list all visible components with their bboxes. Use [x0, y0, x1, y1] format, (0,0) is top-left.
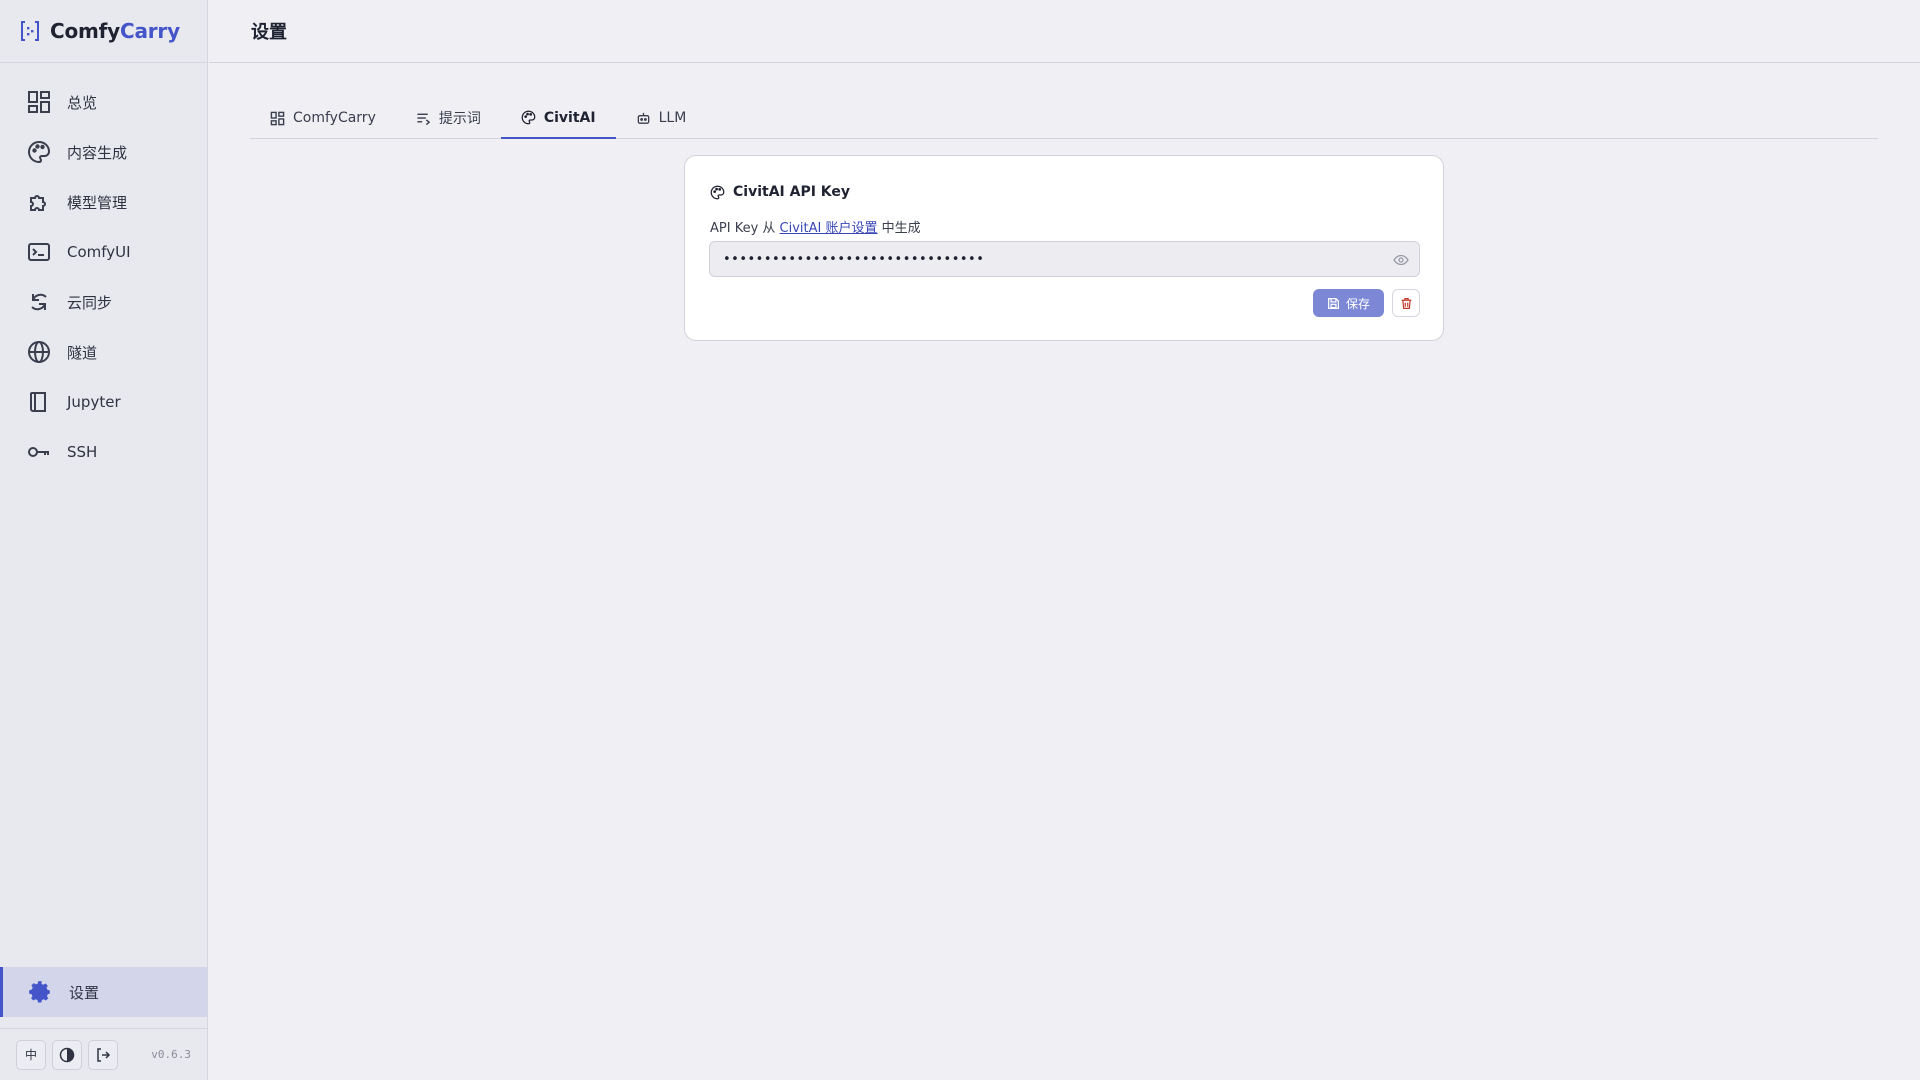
desc-prefix: API Key 从	[710, 221, 776, 236]
book-icon	[30, 392, 46, 412]
brand-name-part2: Carry	[120, 19, 180, 43]
civitai-settings-link[interactable]: CivitAI 账户设置	[780, 221, 878, 236]
puzzle-icon	[30, 195, 46, 211]
sidebar-item-generate[interactable]: 内容生成	[0, 127, 207, 177]
tab-civitai[interactable]: CivitAI	[500, 98, 616, 139]
civitai-api-key-card: CivitAI API Key API Key 从 CivitAI 账户设置 中…	[684, 155, 1444, 341]
api-key-value: ••••••••••••••••••••••••••••••••	[723, 251, 985, 267]
sidebar-item-label: Jupyter	[67, 393, 121, 411]
card-title-text: CivitAI API Key	[733, 184, 851, 200]
text-icon	[417, 113, 431, 125]
eye-icon[interactable]	[1393, 252, 1409, 268]
dashboard-icon	[28, 91, 50, 113]
settings-tabs: ComfyCarry 提示词 CivitAI LLM	[250, 98, 1878, 139]
sidebar-item-label: 云同步	[67, 293, 113, 312]
card-title: CivitAI API Key	[710, 184, 850, 200]
page-header: 设置	[209, 0, 1920, 63]
version-label: v0.6.3	[151, 1048, 191, 1061]
tab-prompts[interactable]: 提示词	[396, 98, 501, 138]
delete-button[interactable]	[1392, 289, 1420, 317]
sidebar-nav: 总览 内容生成 模型管理 ComfyUI 云同步 隧道 Jupyter SSH	[0, 63, 207, 477]
sidebar-item-label: 总览	[67, 93, 98, 112]
globe-icon	[28, 341, 50, 363]
gear-icon	[29, 981, 50, 1003]
sync-icon	[31, 293, 47, 311]
tab-llm[interactable]: LLM	[616, 98, 707, 138]
sidebar-footer: 中 v0.6.3	[0, 1028, 207, 1080]
sidebar-item-settings[interactable]: 设置	[0, 967, 207, 1017]
tab-comfycarry[interactable]: ComfyCarry	[250, 98, 396, 138]
palette-icon	[28, 140, 51, 164]
language-button[interactable]: 中	[16, 1039, 46, 1070]
sidebar-item-tunnel[interactable]: 隧道	[0, 327, 207, 377]
tab-label: LLM	[658, 110, 687, 126]
sidebar-item-comfyui[interactable]: ComfyUI	[0, 227, 207, 277]
sidebar-item-label: 设置	[69, 983, 100, 1002]
sidebar-item-models[interactable]: 模型管理	[0, 177, 207, 227]
save-icon	[1328, 297, 1339, 309]
sidebar-item-label: 隧道	[67, 343, 98, 362]
logo-icon	[21, 21, 39, 41]
contrast-icon	[59, 1047, 75, 1062]
logout-button[interactable]	[88, 1039, 118, 1070]
sidebar: ComfyCarry 总览 内容生成 模型管理 ComfyUI 云同步 隧道 J…	[0, 0, 208, 1080]
tab-label: CivitAI	[543, 109, 596, 126]
brand-name: ComfyCarry	[50, 19, 180, 43]
save-button[interactable]: 保存	[1313, 289, 1384, 317]
key-icon	[28, 447, 49, 457]
sidebar-item-ssh[interactable]: SSH	[0, 427, 207, 477]
card-description: API Key 从 CivitAI 账户设置 中生成	[710, 217, 921, 236]
api-key-input[interactable]: ••••••••••••••••••••••••••••••••	[709, 241, 1420, 277]
dashboard-icon	[270, 111, 285, 125]
palette-icon	[521, 110, 536, 125]
theme-toggle-button[interactable]	[52, 1039, 82, 1070]
palette-icon	[710, 185, 725, 199]
trash-icon	[1401, 297, 1411, 309]
sidebar-item-label: SSH	[67, 443, 98, 461]
sidebar-item-label: ComfyUI	[67, 243, 131, 261]
save-label: 保存	[1345, 296, 1370, 311]
logout-icon	[97, 1047, 111, 1062]
tab-label: ComfyCarry	[293, 110, 376, 126]
tab-label: 提示词	[438, 111, 481, 127]
brand[interactable]: ComfyCarry	[0, 0, 207, 63]
terminal-icon	[28, 243, 50, 261]
brand-name-part1: Comfy	[50, 19, 120, 43]
sidebar-item-label: 内容生成	[67, 143, 128, 162]
robot-icon	[637, 112, 649, 124]
sidebar-item-sync[interactable]: 云同步	[0, 277, 207, 327]
sidebar-item-label: 模型管理	[67, 193, 128, 212]
sidebar-item-jupyter[interactable]: Jupyter	[0, 377, 207, 427]
page-title: 设置	[251, 22, 287, 43]
desc-suffix: 中生成	[881, 221, 921, 236]
sidebar-item-overview[interactable]: 总览	[0, 77, 207, 127]
